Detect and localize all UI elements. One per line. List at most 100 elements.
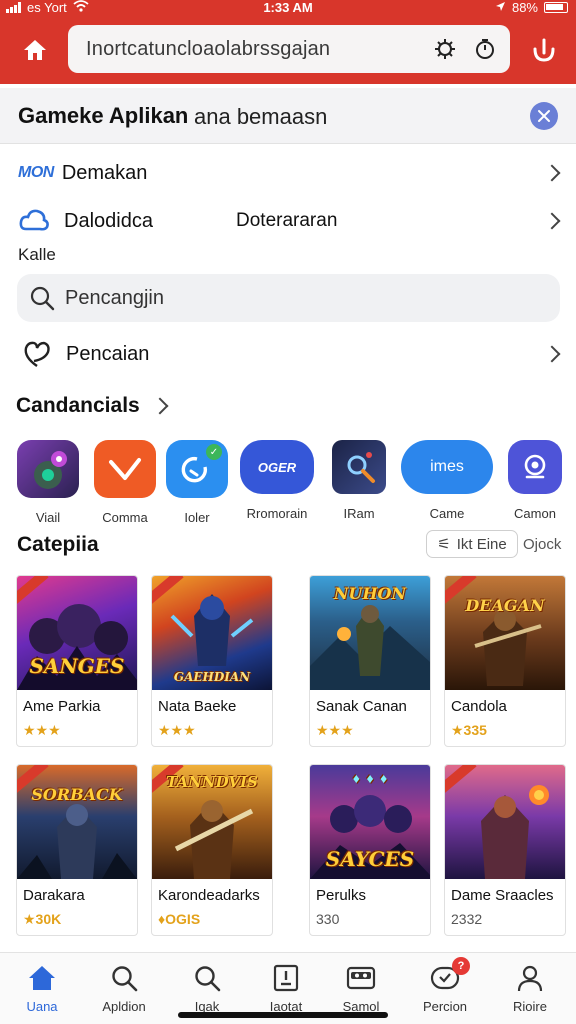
nav-label: Apldion xyxy=(102,999,146,1014)
battery-percent: 88% xyxy=(511,0,538,15)
game-name: Perulks xyxy=(316,887,367,904)
url-search-bar[interactable]: Inortcatuncloaolabrssgajan xyxy=(68,25,510,73)
game-cover-title: TANNDVIS xyxy=(166,773,258,791)
game-cover-badge: ♦ ♦ ♦ xyxy=(351,773,389,786)
category-label: Came xyxy=(429,506,465,521)
category-item[interactable]: ✓ Ioler xyxy=(152,440,242,532)
game-card[interactable]: GAEHDIAN Nata Baeke ★★★ xyxy=(151,575,273,747)
game-card[interactable]: SANGES Ame Parkia ★★★ xyxy=(16,575,138,747)
nav-label: Uana xyxy=(26,999,58,1014)
menu-row-dalodidca[interactable]: Dalodidca Doterararan xyxy=(0,202,576,240)
category-label: IRam xyxy=(343,506,375,521)
game-card[interactable]: DEAGAN Candola ★335 xyxy=(444,575,566,747)
nav-item-home[interactable]: Uana xyxy=(2,963,82,1019)
game-rating: ★335 xyxy=(451,722,487,738)
game-rating: ★★★ xyxy=(158,722,196,738)
voice-button[interactable] xyxy=(524,33,564,69)
filter-label: Ikt Eine xyxy=(456,535,507,553)
timer-icon[interactable] xyxy=(470,34,500,64)
game-cover-title: SANGES xyxy=(29,654,125,678)
chevron-right-icon xyxy=(543,345,561,363)
nav-label: Rioire xyxy=(513,999,547,1014)
promo-app-icon: OGER xyxy=(240,440,314,494)
nav-item-games[interactable]: Samol xyxy=(321,963,401,1019)
page-title-bar: Gameke Aplikan ana bemaasn xyxy=(0,88,576,144)
search-query[interactable]: Inortcatuncloaolabrssgajan xyxy=(86,38,430,61)
close-icon xyxy=(538,110,550,122)
game-rating: ★30K xyxy=(23,911,62,927)
space-game-icon xyxy=(332,440,386,494)
home-indicator[interactable] xyxy=(178,1012,388,1018)
status-right: 88% xyxy=(495,0,568,15)
game-rating: ♦OGIS xyxy=(158,911,201,927)
mon-tag: MON xyxy=(18,164,54,181)
section-chevron-right-icon[interactable] xyxy=(151,397,169,415)
search-icon xyxy=(109,963,139,993)
game-name: Dame Sraacles xyxy=(451,887,554,904)
category-label: Camon xyxy=(514,506,556,521)
menu-row-pencaian[interactable]: Pencaian xyxy=(0,336,576,372)
search-field[interactable]: Pencangjin xyxy=(17,274,560,322)
search-icon xyxy=(192,963,222,993)
app-notification-dot: ✓ xyxy=(206,444,222,460)
close-avatar-button[interactable] xyxy=(530,102,558,130)
notification-badge: ? xyxy=(452,957,470,975)
game-card[interactable]: Dame Sraacles 2332 xyxy=(444,764,566,936)
search-placeholder: Pencangjin xyxy=(65,286,164,309)
game-card[interactable]: SORBACK Darakara ★30K xyxy=(16,764,138,936)
section-category-title: Catepiia xyxy=(17,533,99,556)
checkmark-app-icon xyxy=(94,440,156,498)
menu-row-demakan[interactable]: MON Demakan xyxy=(0,156,576,190)
filter-icon: ⚟ xyxy=(437,536,451,553)
game-card[interactable]: ♦ ♦ ♦ SAYCES Perulks 330 xyxy=(309,764,431,936)
status-time: 1:33 AM xyxy=(263,0,313,15)
game-name: Nata Baeke xyxy=(158,698,237,715)
game-cover-art: ♦ ♦ ♦ SAYCES xyxy=(310,765,430,879)
filter-extra-label[interactable]: Ojock xyxy=(523,536,561,553)
game-name: Karondeadarks xyxy=(158,887,260,904)
category-item[interactable]: Camon xyxy=(490,440,576,532)
menu-row-label: Demakan xyxy=(61,161,148,184)
game-rating: 330 xyxy=(316,911,340,927)
nav-item-profile[interactable]: Rioire xyxy=(490,963,570,1019)
game-rating: ★★★ xyxy=(316,722,354,738)
category-item[interactable]: imes Came xyxy=(400,440,494,532)
game-name: Darakara xyxy=(23,887,85,904)
page-subtitle: ana bemaasn xyxy=(194,104,328,129)
games-app-icon-text: imes xyxy=(430,458,464,475)
nav-item-notifications[interactable]: ? Percion xyxy=(405,957,485,1019)
game-cover-art: TANNDVIS xyxy=(152,765,272,879)
category-label: Ioler xyxy=(184,510,210,525)
home-icon xyxy=(24,40,46,60)
game-cover-art: SANGES xyxy=(17,576,137,690)
game-cover-art xyxy=(445,765,565,879)
gear-icon[interactable] xyxy=(430,34,460,64)
chevron-right-icon xyxy=(543,164,561,182)
home-button[interactable] xyxy=(16,33,54,67)
filter-button[interactable]: ⚟ Ikt Eine xyxy=(426,530,518,558)
menu-row-sublabel: Kalle xyxy=(18,245,56,264)
category-item[interactable]: OGER Rromorain xyxy=(234,440,320,532)
game-name: Sanak Canan xyxy=(316,698,407,715)
game-cover-art: SORBACK xyxy=(17,765,137,879)
game-card[interactable]: NUHON Sanak Canan ★★★ xyxy=(309,575,431,747)
heart-chat-icon xyxy=(22,339,52,369)
games-app-icon: imes xyxy=(401,440,493,494)
location-icon xyxy=(495,0,506,15)
game-rating: 2332 xyxy=(451,911,483,927)
category-item[interactable]: IRam xyxy=(314,440,404,532)
page-title: Gameke Aplikan xyxy=(18,103,189,128)
notification-icon: ? xyxy=(430,957,470,993)
game-cover-title: DEAGAN xyxy=(465,596,545,615)
game-rating: ★★★ xyxy=(23,722,61,738)
nav-item-apps[interactable]: Apldion xyxy=(84,963,164,1019)
promo-app-icon-text: OGER xyxy=(257,459,297,475)
profile-icon xyxy=(515,963,545,993)
category-label: Comma xyxy=(102,510,148,525)
nav-item-search[interactable]: Iqak xyxy=(167,963,247,1019)
nav-item-updates[interactable]: Iaotat xyxy=(246,963,326,1019)
game-card[interactable]: TANNDVIS Karondeadarks ♦OGIS xyxy=(151,764,273,936)
game-cover-art: NUHON xyxy=(310,576,430,690)
game-cover-title: GAEHDIAN xyxy=(173,670,251,684)
game-cover-title: NUHON xyxy=(333,584,407,603)
